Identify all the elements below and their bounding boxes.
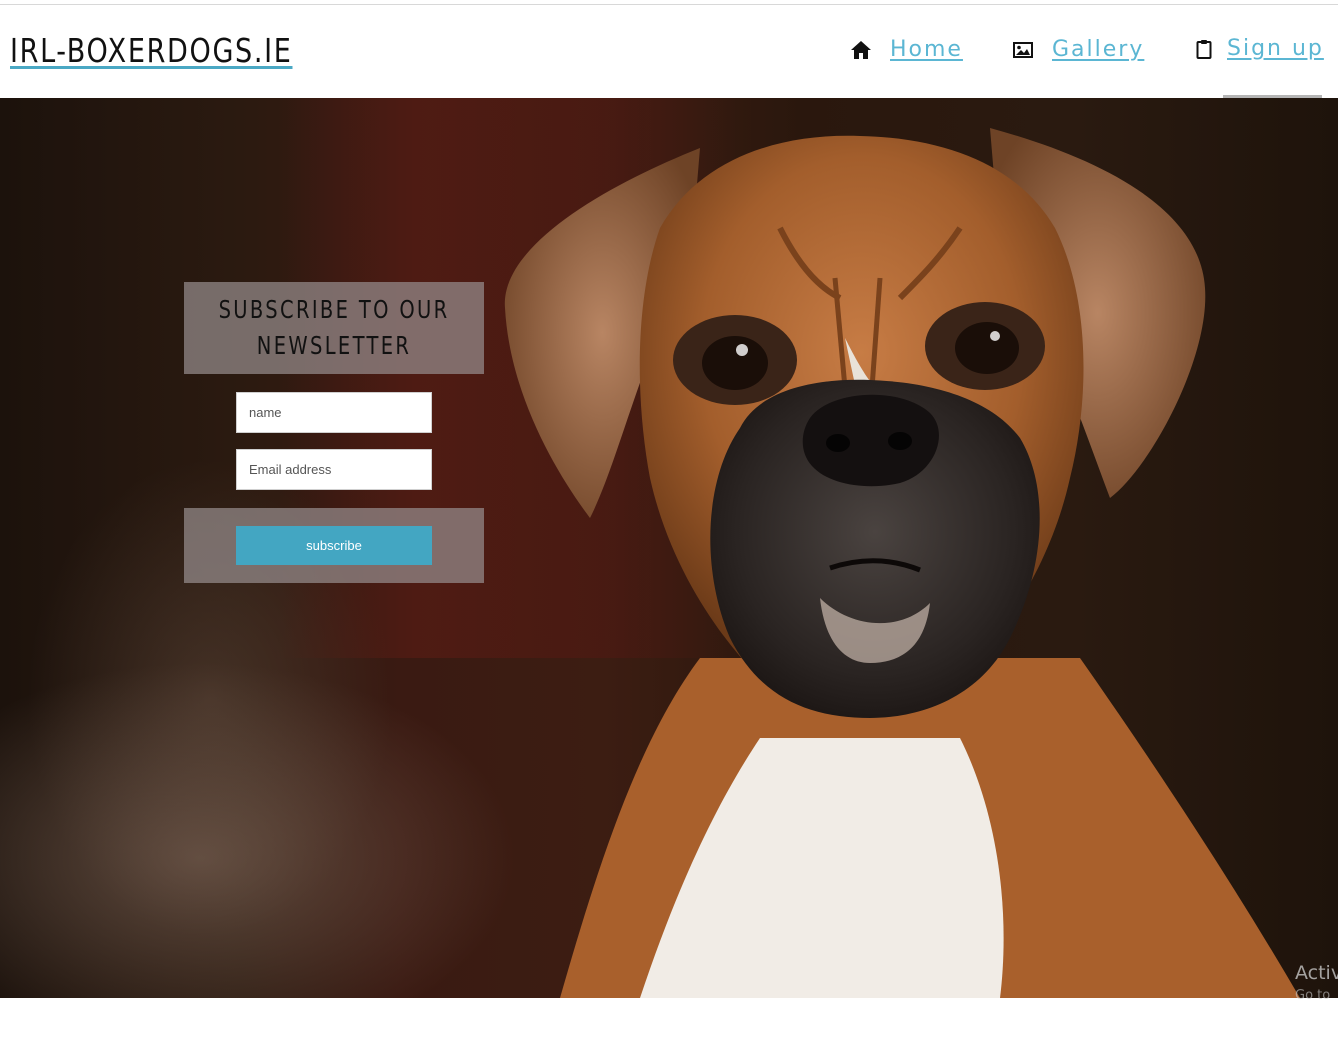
clipboard-icon [1193,38,1215,60]
newsletter-heading-line2: NEWSLETTER [256,331,412,360]
site-logo[interactable]: IRL-BOXERDOGS.IE [10,31,292,70]
subscribe-panel: subscribe [184,508,484,583]
home-icon [850,39,872,61]
site-header: IRL-BOXERDOGS.IE Home Gallery Sign up [0,5,1338,98]
nav-signup[interactable]: Sign up [1193,36,1324,61]
name-input[interactable] [236,392,432,433]
nav-home[interactable]: Home [850,37,963,62]
email-input[interactable] [236,449,432,490]
image-icon [1012,39,1034,61]
newsletter-heading: SUBSCRIBE TO OUR NEWSLETTER [184,282,484,374]
hero-section: SUBSCRIBE TO OUR NEWSLETTER subscribe [0,98,1338,998]
nav-gallery[interactable]: Gallery [1012,37,1144,62]
newsletter-heading-line1: SUBSCRIBE TO OUR [218,295,450,324]
os-activation-watermark-sub: Go to [1295,988,1331,1003]
nav-signup-label: Sign up [1227,36,1324,61]
nav-gallery-label: Gallery [1052,37,1145,62]
subscribe-button[interactable]: subscribe [236,526,432,565]
os-activation-watermark: Activ [1295,962,1338,984]
nav-home-label: Home [890,37,963,62]
